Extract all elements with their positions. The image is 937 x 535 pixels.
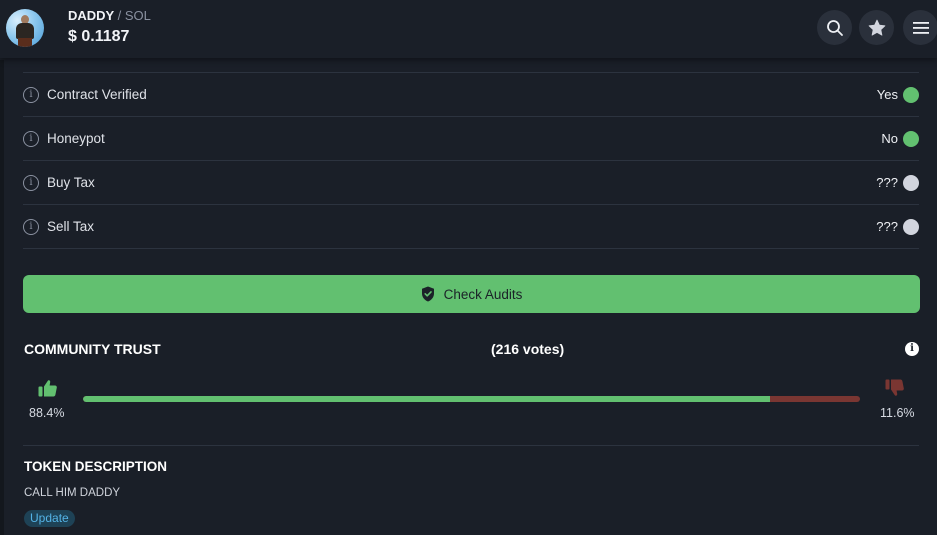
check-value: ??? bbox=[876, 175, 898, 190]
info-icon[interactable]: i bbox=[905, 342, 919, 356]
token-header: DADDY / SOL $ 0.1187 bbox=[0, 0, 937, 58]
check-label: Sell Tax bbox=[47, 219, 95, 234]
left-edge-strip bbox=[0, 60, 4, 535]
update-description-button[interactable]: Update bbox=[24, 510, 75, 527]
status-dot bbox=[903, 86, 919, 103]
vote-count: (216 votes) bbox=[491, 341, 565, 357]
check-value: ??? bbox=[876, 219, 898, 234]
vote-down-button[interactable] bbox=[885, 379, 905, 402]
check-label: Buy Tax bbox=[47, 175, 95, 190]
status-dot bbox=[903, 174, 919, 191]
check-row-contract-verified: i Contract Verified Yes bbox=[23, 73, 919, 117]
info-icon[interactable]: i bbox=[23, 218, 39, 235]
search-button[interactable] bbox=[817, 10, 852, 45]
check-row-honeypot: i Honeypot No bbox=[23, 117, 919, 161]
community-trust-title: COMMUNITY TRUST bbox=[24, 341, 161, 357]
pair-separator: / bbox=[117, 8, 122, 23]
menu-button[interactable] bbox=[903, 10, 937, 45]
info-icon[interactable]: i bbox=[23, 174, 39, 191]
trust-ratio-bar bbox=[83, 396, 860, 402]
token-description-text: CALL HIM DADDY bbox=[24, 487, 121, 499]
token-description-title: TOKEN DESCRIPTION bbox=[24, 459, 168, 474]
upvote-percent: 88.4% bbox=[29, 406, 65, 420]
token-avatar bbox=[6, 9, 44, 47]
downvote-percent: 11.6% bbox=[880, 406, 915, 420]
check-audits-label: Check Audits bbox=[443, 286, 523, 302]
status-dot bbox=[903, 130, 919, 147]
info-icon[interactable]: i bbox=[23, 86, 39, 103]
check-row-sell-tax: i Sell Tax ??? bbox=[23, 205, 919, 249]
thumbs-up-icon bbox=[38, 380, 57, 397]
favorite-button[interactable] bbox=[859, 10, 894, 45]
check-label: Contract Verified bbox=[47, 87, 147, 102]
check-label: Honeypot bbox=[47, 131, 105, 146]
status-dot bbox=[903, 218, 919, 235]
divider bbox=[23, 445, 919, 446]
info-icon[interactable]: i bbox=[23, 130, 39, 147]
quote-symbol: SOL bbox=[124, 8, 151, 23]
security-checks: i Contract Verified Yes i Honeypot No i … bbox=[23, 72, 919, 249]
star-icon bbox=[868, 19, 885, 36]
check-value: No bbox=[881, 131, 898, 146]
check-row-buy-tax: i Buy Tax ??? bbox=[23, 161, 919, 205]
trust-ratio-fill bbox=[83, 396, 770, 402]
check-audits-button[interactable]: Check Audits bbox=[23, 275, 920, 313]
token-price: $ 0.1187 bbox=[68, 28, 130, 45]
thumbs-down-icon bbox=[885, 379, 904, 396]
check-value: Yes bbox=[876, 87, 898, 102]
search-icon bbox=[826, 19, 843, 36]
token-symbol: DADDY bbox=[68, 8, 114, 23]
token-pair: DADDY / SOL bbox=[68, 8, 151, 23]
shield-check-icon bbox=[421, 286, 434, 302]
vote-up-button[interactable] bbox=[38, 379, 58, 402]
hamburger-menu-icon bbox=[912, 21, 929, 34]
